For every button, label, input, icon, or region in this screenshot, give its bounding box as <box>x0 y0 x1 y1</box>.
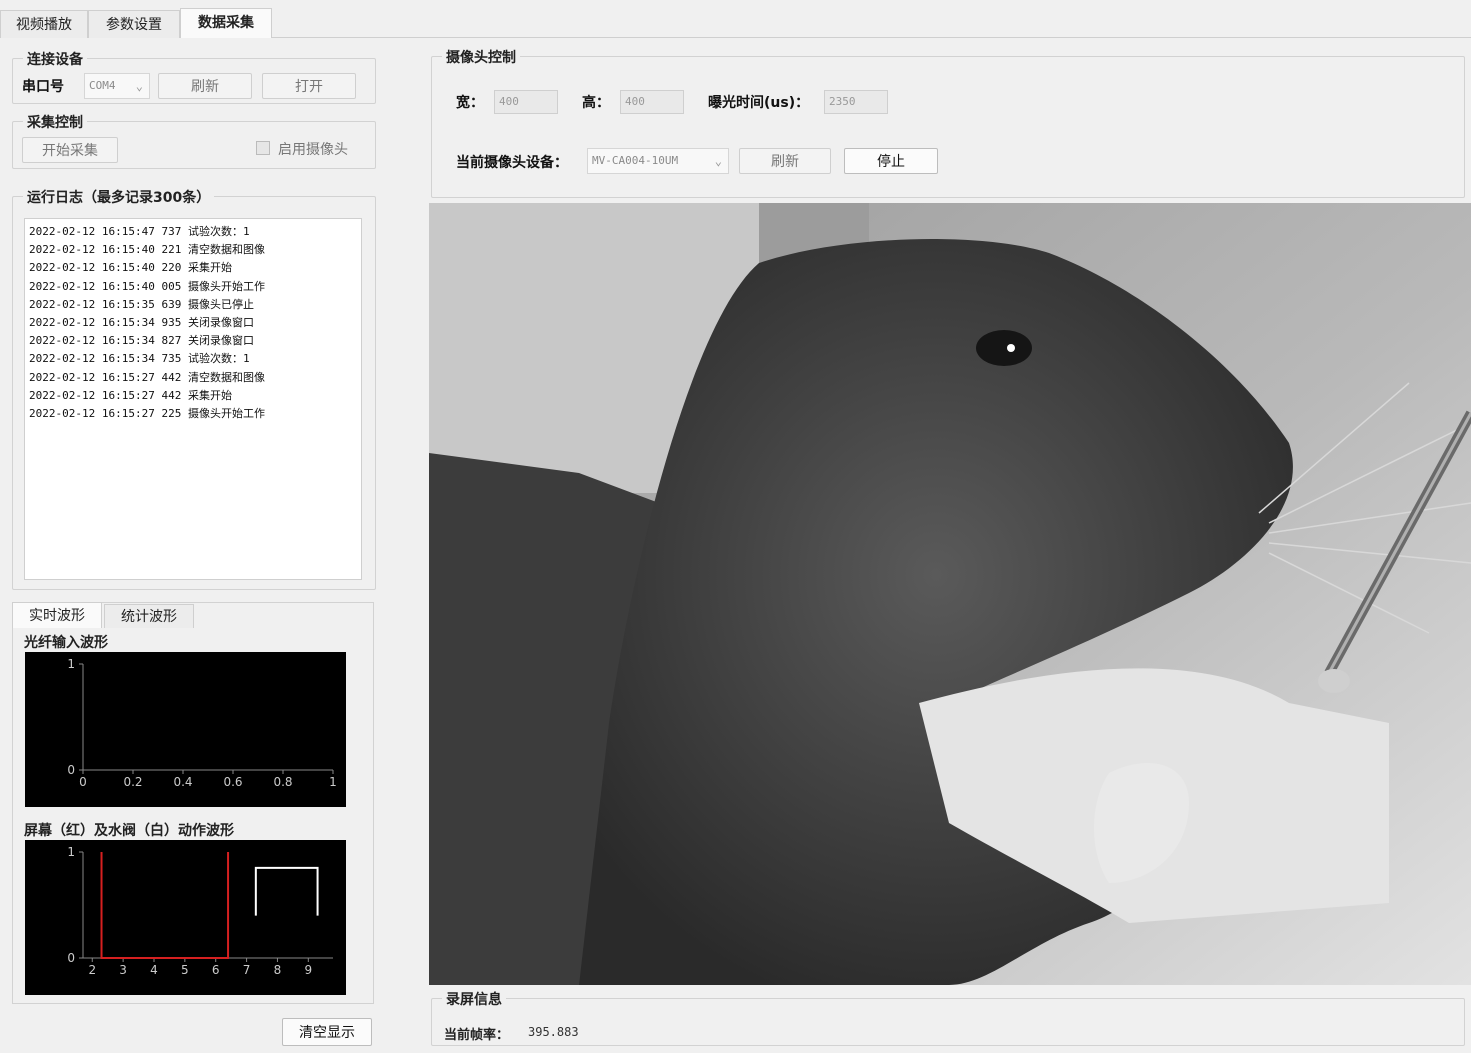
run-log-legend: 运行日志（最多记录300条） <box>23 187 215 207</box>
action-plot-y-tick-label: 0 <box>67 951 75 965</box>
fiber-plot-x-tick-label: 1 <box>329 775 337 789</box>
log-line: 2022-02-12 16:15:27 442 清空数据和图像 <box>29 370 265 384</box>
frame-rate-label: 当前帧率： <box>444 1028 510 1043</box>
log-line: 2022-02-12 16:15:34 827 关闭录像窗口 <box>29 334 254 348</box>
camera-device-select[interactable]: MV-CA004-10UM ⌄ <box>587 148 729 174</box>
log-line: 2022-02-12 16:15:27 225 摄像头开始工作 <box>29 407 265 421</box>
start-acquisition-button[interactable]: 开始采集 <box>22 137 118 163</box>
action-plot-y-tick-label: 1 <box>67 845 75 859</box>
action-plot-x-tick-label: 9 <box>304 963 312 977</box>
action-plot-x-tick-label: 6 <box>212 963 220 977</box>
fiber-plot-x-tick-label: 0.4 <box>173 775 192 789</box>
width-input[interactable]: 400 <box>494 90 558 114</box>
run-log-textbox[interactable]: 2022-02-12 16:15:47 737 试验次数：1 2022-02-1… <box>24 218 362 580</box>
connect-device-legend: 连接设备 <box>23 49 87 69</box>
fiber-plot-x-tick-label: 0 <box>79 775 87 789</box>
camera-control-legend: 摄像头控制 <box>442 47 520 67</box>
camera-device-label: 当前摄像头设备： <box>456 155 568 171</box>
tab-data-acquisition[interactable]: 数据采集 <box>180 8 272 38</box>
serial-port-label: 串口号 <box>22 79 64 95</box>
record-info-group: 录屏信息 <box>431 989 1465 1046</box>
log-line: 2022-02-12 16:15:47 737 试验次数：1 <box>29 225 250 238</box>
fiber-plot-x-tick-label: 0.2 <box>123 775 142 789</box>
log-line: 2022-02-12 16:15:34 735 试验次数：1 <box>29 352 250 366</box>
tab-video-playback[interactable]: 视频播放 <box>0 10 88 38</box>
clear-display-button[interactable]: 清空显示 <box>282 1018 372 1046</box>
chevron-down-icon: ⌄ <box>714 154 722 168</box>
camera-stop-button[interactable]: 停止 <box>844 148 938 174</box>
fiber-plot-title: 光纤输入波形 <box>24 635 108 651</box>
log-line: 2022-02-12 16:15:35 639 摄像头已停止 <box>29 297 254 311</box>
action-plot-x-tick-label: 7 <box>243 963 251 977</box>
enable-camera-label[interactable]: 启用摄像头 <box>278 139 348 159</box>
tab-parameter-settings[interactable]: 参数设置 <box>88 10 180 38</box>
rat-camera-image <box>429 203 1471 985</box>
port-refresh-button[interactable]: 刷新 <box>158 73 252 99</box>
log-line: 2022-02-12 16:15:40 005 摄像头开始工作 <box>29 279 265 293</box>
acquisition-control-legend: 采集控制 <box>23 112 87 132</box>
exposure-input[interactable]: 2350 <box>824 90 888 114</box>
camera-control-group: 摄像头控制 <box>431 47 1465 198</box>
fiber-plot-x-tick-label: 0.6 <box>223 775 242 789</box>
action-plot-series-line <box>254 866 319 916</box>
height-label: 高： <box>582 95 610 111</box>
log-line: 2022-02-12 16:15:27 442 采集开始 <box>29 388 232 402</box>
chevron-down-icon: ⌄ <box>135 79 143 93</box>
action-plot-x-tick-label: 8 <box>274 963 282 977</box>
action-plot-x-tick-label: 5 <box>181 963 189 977</box>
action-plot-x-tick-label: 4 <box>150 963 158 977</box>
exposure-label: 曝光时间(us)： <box>708 95 810 111</box>
action-plot-series-line <box>100 852 230 959</box>
camera-device-value: MV-CA004-10UM <box>592 154 679 167</box>
log-line: 2022-02-12 16:15:40 221 清空数据和图像 <box>29 243 265 257</box>
action-plot-x-tick-label: 3 <box>119 963 127 977</box>
fiber-input-plot: 0 0.2 0.4 0.6 0.8 1 0 1 <box>25 652 346 807</box>
fiber-plot-y-tick-label: 0 <box>67 763 75 777</box>
tab-realtime-waveform[interactable]: 实时波形 <box>12 602 102 628</box>
action-waveform-plot: 2 3 4 5 6 7 8 9 0 1 <box>25 840 346 995</box>
serial-port-value: COM4 <box>89 79 116 92</box>
log-line: 2022-02-12 16:15:34 935 关闭录像窗口 <box>29 316 254 330</box>
width-label: 宽： <box>456 95 484 111</box>
fiber-plot-y-tick-label: 1 <box>67 657 75 671</box>
log-line: 2022-02-12 16:15:40 220 采集开始 <box>29 261 232 275</box>
serial-port-select[interactable]: COM4 ⌄ <box>84 73 150 99</box>
height-input[interactable]: 400 <box>620 90 684 114</box>
action-plot-x-tick-label: 2 <box>88 963 96 977</box>
record-info-legend: 录屏信息 <box>442 989 506 1009</box>
camera-refresh-button[interactable]: 刷新 <box>739 148 831 174</box>
fiber-plot-x-tick-label: 0.8 <box>273 775 292 789</box>
frame-rate-value: 395.883 <box>528 1025 579 1039</box>
tab-statistic-waveform[interactable]: 统计波形 <box>104 604 194 628</box>
port-open-button[interactable]: 打开 <box>262 73 356 99</box>
camera-video-feed <box>429 203 1471 985</box>
checkbox-icon[interactable] <box>256 141 270 155</box>
action-plot-title: 屏幕（红）及水阀（白）动作波形 <box>24 823 234 839</box>
